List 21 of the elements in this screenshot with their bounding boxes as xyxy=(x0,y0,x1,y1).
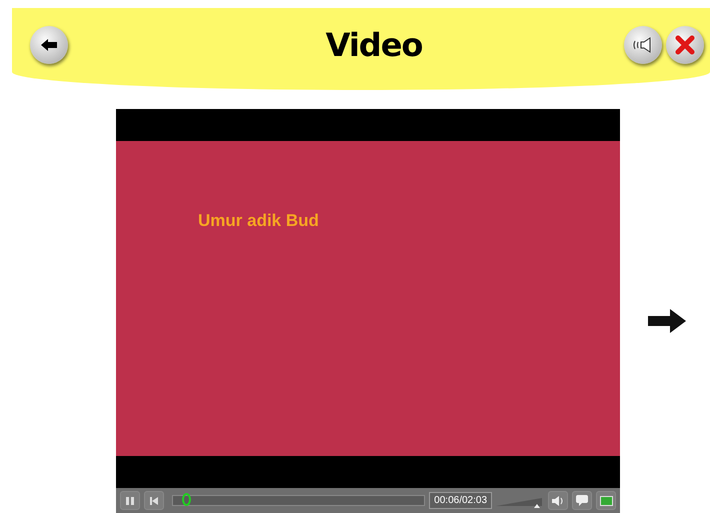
progress-track[interactable] xyxy=(172,495,426,506)
fullscreen-button[interactable] xyxy=(596,491,616,510)
close-button[interactable] xyxy=(666,26,704,64)
speaker-icon xyxy=(552,496,564,506)
progress-thumb[interactable] xyxy=(182,493,191,506)
skip-back-icon xyxy=(150,496,158,504)
arrow-right-icon[interactable] xyxy=(648,309,686,333)
pause-icon xyxy=(126,496,134,504)
close-icon xyxy=(675,35,695,55)
restart-button[interactable] xyxy=(144,491,164,510)
captions-button[interactable] xyxy=(572,491,592,510)
time-display: 00:06/02:03 xyxy=(429,492,492,509)
volume-button[interactable] xyxy=(548,491,568,510)
pause-button[interactable] xyxy=(120,491,140,510)
video-caption: Umur adik Bud xyxy=(198,211,319,230)
screen-icon xyxy=(600,496,612,506)
sound-button[interactable] xyxy=(624,26,662,64)
arrow-left-icon xyxy=(41,39,57,51)
page-title: Video xyxy=(324,26,424,64)
speech-bubble-icon xyxy=(576,495,588,506)
back-button[interactable] xyxy=(30,26,68,64)
